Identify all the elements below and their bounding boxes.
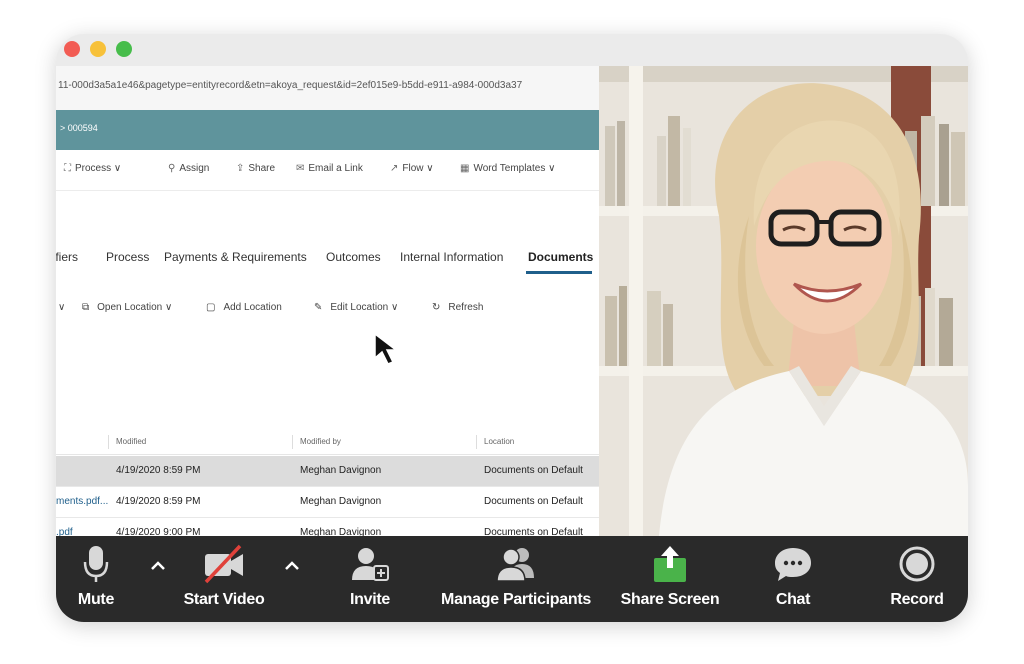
process-icon: ⛶ — [64, 163, 71, 174]
assign-command[interactable]: ⚲ Assign — [168, 163, 209, 174]
add-location-icon: ▢ — [206, 302, 216, 313]
column-modified-by[interactable]: Modified by — [300, 437, 341, 446]
edit-location-command[interactable]: ✎ Edit Location ∨ — [314, 302, 398, 313]
share-command[interactable]: ⇪ Share — [236, 163, 275, 174]
row-location: Documents on Default — [484, 465, 583, 476]
tab-outcomes[interactable]: Outcomes — [326, 250, 381, 264]
flow-icon: ↗ — [390, 163, 399, 174]
participants-icon — [496, 548, 534, 582]
column-location[interactable]: Location — [484, 437, 514, 446]
invite-label: Invite — [350, 591, 390, 608]
row-name[interactable]: ments.pdf... — [56, 496, 108, 507]
active-tab-underline — [526, 271, 592, 274]
table-row[interactable]: 4/19/2020 8:59 PM Meghan Davignon Docume… — [56, 456, 599, 487]
assign-icon: ⚲ — [168, 163, 176, 174]
mute-label: Mute — [77, 591, 115, 608]
manage-participants-label: Manage Participants — [441, 591, 591, 608]
refresh-icon: ↻ — [432, 302, 441, 313]
row-modified-by: Meghan Davignon — [300, 465, 382, 476]
tab-payments-requirements[interactable]: Payments & Requirements — [164, 250, 307, 264]
video-off-icon — [204, 544, 243, 584]
record-label: Record — [890, 591, 944, 608]
share-icon: ⇪ — [236, 163, 245, 174]
minimize-window-button[interactable] — [90, 41, 106, 57]
table-row[interactable]: .pdf 4/19/2020 9:00 PM Meghan Davignon D… — [56, 518, 599, 536]
chevron-down-icon[interactable]: ∨ — [58, 302, 65, 313]
record-button[interactable]: Record — [876, 536, 958, 622]
command-bar: ⛶ Process ∨ ⚲ Assign ⇪ Share ✉ Email a Link … — [56, 150, 599, 191]
tab-qualifiers[interactable]: lifiers — [56, 250, 78, 264]
email-link-command[interactable]: ✉ Email a Link — [296, 163, 363, 174]
table-row[interactable]: ments.pdf... 4/19/2020 8:59 PM Meghan Da… — [56, 487, 599, 518]
tab-internal-information[interactable]: Internal Information — [400, 250, 503, 264]
record-icon — [899, 546, 935, 582]
share-screen-icon — [654, 546, 686, 582]
participant-video-frame — [599, 66, 968, 536]
row-location: Documents on Default — [484, 496, 583, 507]
start-video-button[interactable]: Start Video — [172, 536, 276, 622]
mouse-pointer-icon — [374, 332, 399, 365]
shared-screen: 11-000d3a5a1e46&pagetype=entityrecord&et… — [56, 66, 599, 536]
meeting-toolbar: Mute Start Video Invite Manage Participa… — [56, 536, 968, 622]
row-modified: 4/19/2020 8:59 PM — [116, 465, 201, 476]
record-tabs: lifiers Process Payments & Requirements … — [56, 244, 599, 274]
video-options-chevron-up-icon[interactable] — [282, 556, 302, 576]
flow-command[interactable]: ↗ Flow ∨ — [390, 163, 434, 174]
row-modified: 4/19/2020 8:59 PM — [116, 496, 201, 507]
browser-url: 11-000d3a5a1e46&pagetype=entityrecord&et… — [58, 80, 523, 91]
invite-user-icon — [352, 548, 389, 581]
invite-button[interactable]: Invite — [332, 536, 408, 622]
chat-bubble-icon — [775, 548, 811, 581]
row-name[interactable]: .pdf — [56, 527, 73, 536]
browser-url-bar[interactable]: 11-000d3a5a1e46&pagetype=entityrecord&et… — [56, 66, 599, 111]
process-command[interactable]: ⛶ Process ∨ — [64, 163, 121, 174]
chat-button[interactable]: Chat — [758, 536, 828, 622]
mute-button[interactable]: Mute — [56, 536, 136, 622]
word-templates-icon: ▦ — [460, 163, 470, 174]
microphone-icon — [83, 546, 109, 582]
add-location-command[interactable]: ▢ Add Location — [206, 302, 282, 313]
share-screen-button[interactable]: Share Screen — [612, 536, 728, 622]
refresh-command[interactable]: ↻ Refresh — [432, 302, 483, 313]
record-breadcrumb[interactable]: > 000594 — [60, 123, 98, 133]
maximize-window-button[interactable] — [116, 41, 132, 57]
edit-location-icon: ✎ — [314, 302, 323, 313]
share-screen-label: Share Screen — [620, 591, 720, 608]
chat-label: Chat — [775, 591, 811, 608]
documents-command-bar: ∨ ⧉ Open Location ∨ ▢ Add Location ✎ Edit L… — [56, 294, 599, 324]
word-templates-command[interactable]: ▦ Word Templates ∨ — [460, 163, 555, 174]
zoom-meeting-window: 11-000d3a5a1e46&pagetype=entityrecord&et… — [56, 34, 968, 622]
title-bar — [56, 34, 968, 66]
tab-documents[interactable]: Documents — [528, 250, 593, 264]
email-link-icon: ✉ — [296, 163, 305, 174]
tab-process[interactable]: Process — [106, 250, 149, 264]
documents-table-header: Modified Modified by Location — [56, 432, 599, 455]
close-window-button[interactable] — [64, 41, 80, 57]
app-header-bar: > 000594 — [56, 110, 599, 150]
audio-options-chevron-up-icon[interactable] — [148, 556, 168, 576]
row-modified: 4/19/2020 9:00 PM — [116, 527, 201, 536]
open-location-command[interactable]: ⧉ Open Location ∨ — [82, 302, 172, 313]
row-location: Documents on Default — [484, 527, 583, 536]
row-modified-by: Meghan Davignon — [300, 527, 382, 536]
start-video-label: Start Video — [183, 591, 265, 608]
open-location-icon: ⧉ — [82, 302, 90, 313]
manage-participants-button[interactable]: Manage Participants — [432, 536, 600, 622]
column-modified[interactable]: Modified — [116, 437, 146, 446]
participant-video — [599, 66, 968, 536]
row-modified-by: Meghan Davignon — [300, 496, 382, 507]
